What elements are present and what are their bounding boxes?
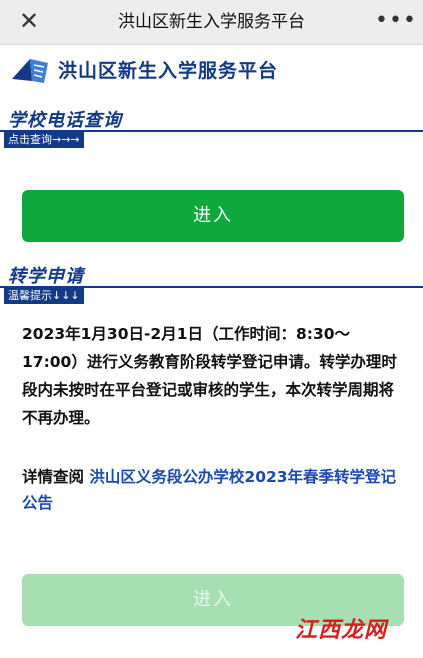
- transfer-tag: 温馨提示↓↓↓: [4, 288, 84, 304]
- more-icon[interactable]: •••: [375, 6, 416, 36]
- brand-header: 洪山区新生入学服务平台: [10, 50, 278, 88]
- book-logo-icon: [12, 59, 48, 83]
- school-phone-tag[interactable]: 点击查询→→→: [4, 132, 84, 148]
- school-phone-enter-button[interactable]: 进入: [22, 190, 404, 242]
- brand-name: 洪山区新生入学服务平台: [58, 59, 279, 82]
- close-icon[interactable]: ✕: [14, 6, 44, 36]
- details-prefix: 详情查阅: [22, 468, 90, 486]
- title-bar: ✕ 洪山区新生入学服务平台 •••: [0, 0, 423, 45]
- school-phone-title: 学校电话查询: [8, 110, 122, 131]
- watermark: 江西龙网: [294, 618, 387, 643]
- window-title: 洪山区新生入学服务平台: [118, 12, 305, 32]
- transfer-title: 转学申请: [8, 266, 84, 287]
- transfer-details: 详情查阅 洪山区义务段公办学校2023年春季转学登记公告: [22, 464, 400, 516]
- transfer-notice: 2023年1月30日-2月1日（工作时间：8:30～17:00）进行义务教育阶段…: [22, 325, 397, 427]
